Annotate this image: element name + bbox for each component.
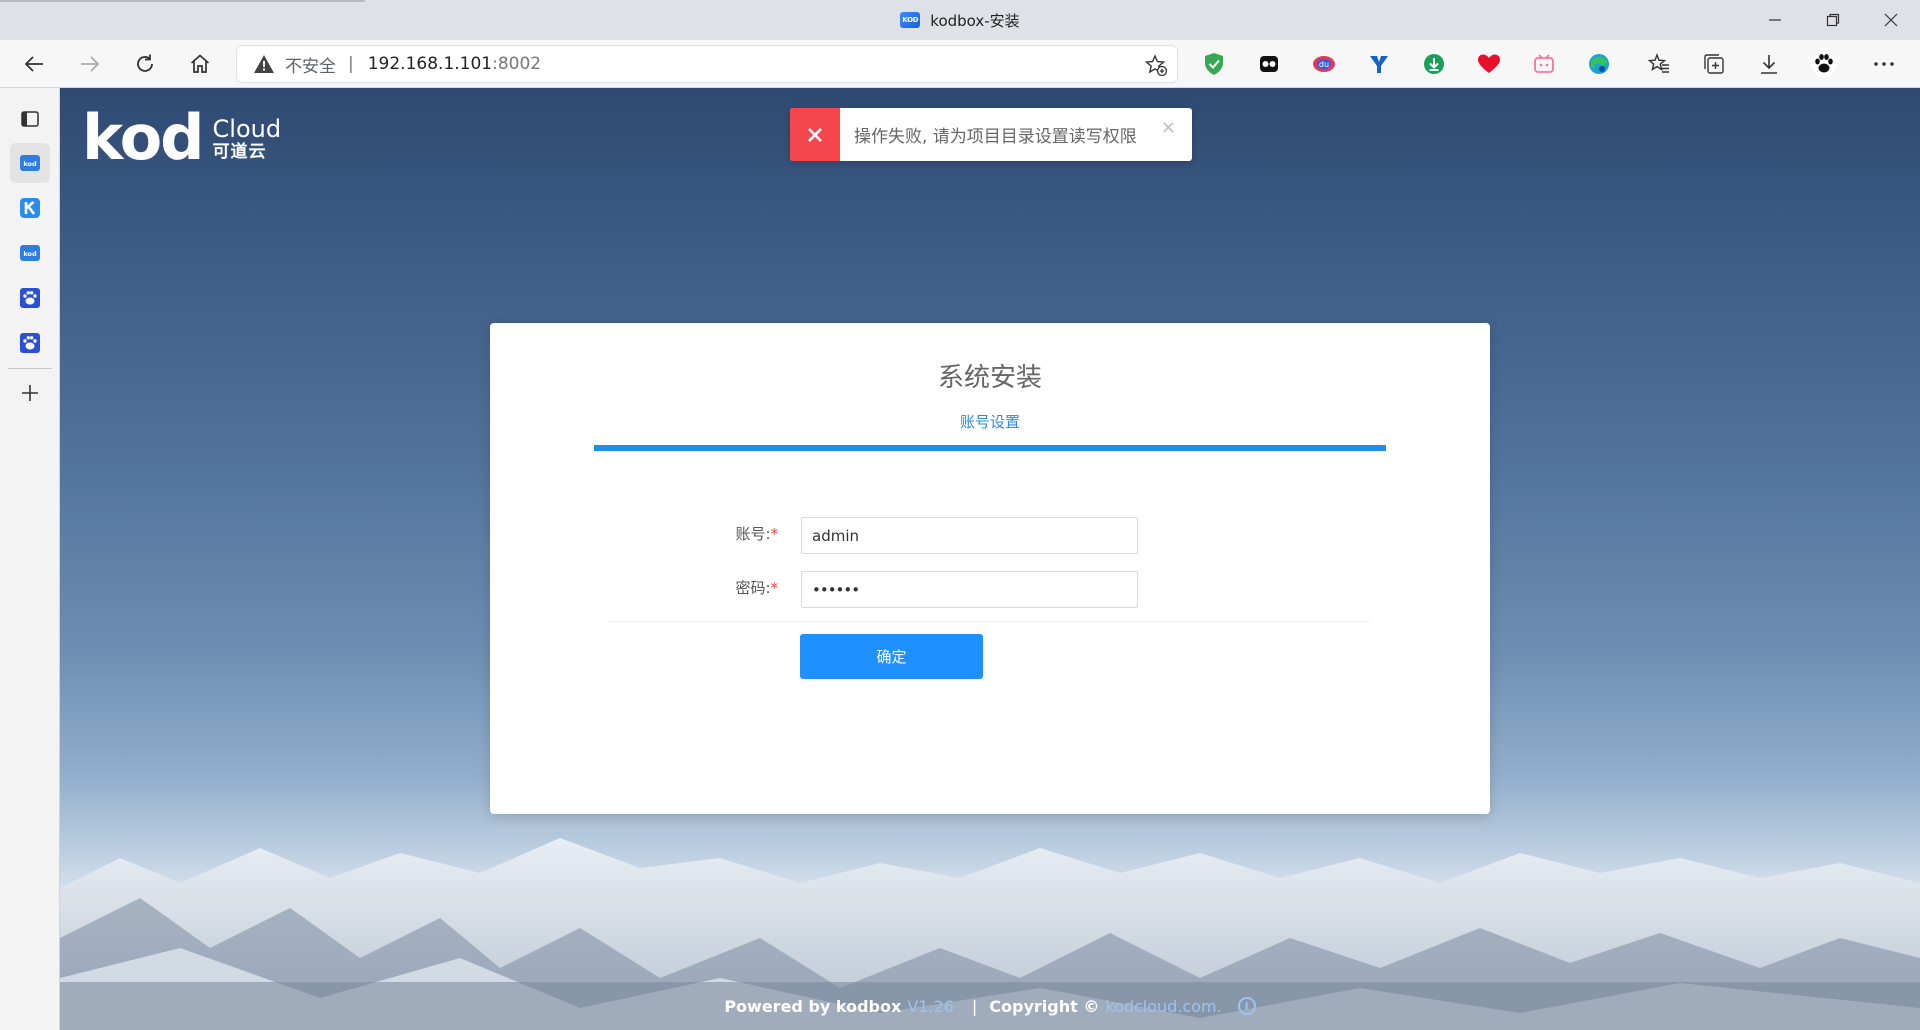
shield-extension-icon[interactable] [1201,51,1227,77]
sidebar-kod-tab-2[interactable]: kod [10,233,50,273]
sidebar-baidu-tab-2[interactable] [10,323,50,363]
svg-text:du: du [1319,60,1329,69]
address-separator: | [348,54,354,74]
reload-button[interactable] [127,46,163,82]
window-controls [1746,0,1920,40]
plus-icon [22,385,38,401]
form-divider [610,621,1370,622]
du-extension-icon[interactable]: du [1311,51,1337,77]
more-menu-icon[interactable] [1871,51,1897,77]
baidu-paw-icon [20,333,40,353]
password-label-text: 密码: [735,579,771,597]
password-input[interactable]: •••••• [801,571,1138,608]
step-label: 账号设置 [959,413,1020,431]
browser-sidebar: kod kod [0,88,60,1030]
logo-chinese-text: 可道云 [212,142,267,162]
address-host: 192.168.1.101 [367,54,493,74]
copyright-text: Copyright © [989,996,1100,1016]
kodcloud-link[interactable]: kodcloud.com. [1105,997,1221,1016]
security-label[interactable]: 不安全 [285,52,336,77]
page-footer: Powered by kodbox V1.26 | Copyright © ko… [60,982,1920,1030]
downloads-icon[interactable] [1756,51,1782,77]
bilibili-extension-icon[interactable] [1531,51,1557,77]
kod-icon: kod [20,155,40,171]
home-icon [190,54,210,73]
powered-by-text: Powered by kodbox [724,996,902,1016]
logo-wordmark: kod [82,101,205,174]
edge-extension-icon[interactable] [1586,51,1612,77]
account-label-text: 账号: [735,525,771,543]
sidebar-divider [8,368,52,369]
mask-extension-icon[interactable] [1256,51,1282,77]
required-mark: * [770,525,779,543]
back-button[interactable] [16,46,52,82]
home-button[interactable] [182,46,218,82]
kod-favicon-icon: KOD [900,12,921,28]
toast-close-button[interactable]: × [1161,117,1176,138]
address-bar[interactable]: 不安全 | 192.168.1.101:8002 [236,45,1178,83]
close-icon [1884,13,1898,27]
window-titlebar: KOD kodbox-安装 [0,0,1920,40]
close-window-button[interactable] [1862,0,1920,40]
kodcloud-logo: kod Cloud 可道云 [82,101,282,174]
sidebar-kod-tab[interactable]: kod [10,143,50,183]
step-progress-bar [594,445,1386,451]
y-extension-icon[interactable] [1366,51,1392,77]
footer-separator: | [971,996,978,1016]
sidebar-add-button[interactable] [10,373,50,413]
restore-icon [1826,13,1840,27]
required-mark: * [770,579,779,597]
error-x-icon [790,108,840,161]
minimize-button[interactable] [1746,0,1804,40]
svg-text:kod: kod [23,250,37,258]
install-card: 系统安装 账号设置 账号:* admin 密码:* •••••• 确定 [490,323,1490,814]
address-port: :8002 [492,54,542,74]
minimize-icon [1769,19,1781,21]
account-input[interactable]: admin [801,517,1138,554]
reload-icon [137,54,153,72]
toast-message: 操作失败, 请为项目目录设置读写权限 [854,127,1137,147]
k-app-icon [20,198,40,218]
kod-icon: kod [20,245,40,261]
heart-extension-icon[interactable] [1476,51,1502,77]
tabs-panel-button[interactable] [10,99,50,139]
warning-icon [254,55,274,73]
favorites-icon[interactable] [1646,51,1672,77]
logo-subtitle: Cloud 可道云 [213,116,282,166]
confirm-button[interactable]: 确定 [800,634,983,679]
tabs-panel-icon [21,111,39,127]
forward-button[interactable] [72,46,108,82]
info-icon[interactable]: i [1237,997,1256,1015]
arrow-right-icon [81,56,100,72]
page-viewport: kod Cloud 可道云 操作失败, 请为项目目录设置读写权限 × 系统安装 … [60,88,1920,1030]
browser-toolbar: 不安全 | 192.168.1.101:8002 du [0,40,1920,88]
download-extension-icon[interactable] [1421,51,1447,77]
arrow-left-icon [24,56,43,72]
add-favorite-icon[interactable] [1145,54,1167,76]
paw-profile-icon[interactable] [1811,51,1837,77]
sidebar-k-app-tab[interactable] [10,188,50,228]
window-title-text: kodbox-安装 [930,11,1020,30]
svg-text:kod: kod [23,160,37,168]
password-label: 密码:* [710,577,778,598]
restore-button[interactable] [1804,0,1862,40]
version-text: V1.26 [907,996,954,1016]
baidu-paw-icon [20,288,40,308]
account-label: 账号:* [710,523,778,544]
page-title: 系统安装 [937,363,1042,393]
error-toast: 操作失败, 请为项目目录设置读写权限 × [790,108,1192,161]
sidebar-baidu-tab[interactable] [10,278,50,318]
collections-icon[interactable] [1701,51,1727,77]
logo-cloud-text: Cloud [212,115,282,143]
window-title: KOD kodbox-安装 [0,0,1920,40]
